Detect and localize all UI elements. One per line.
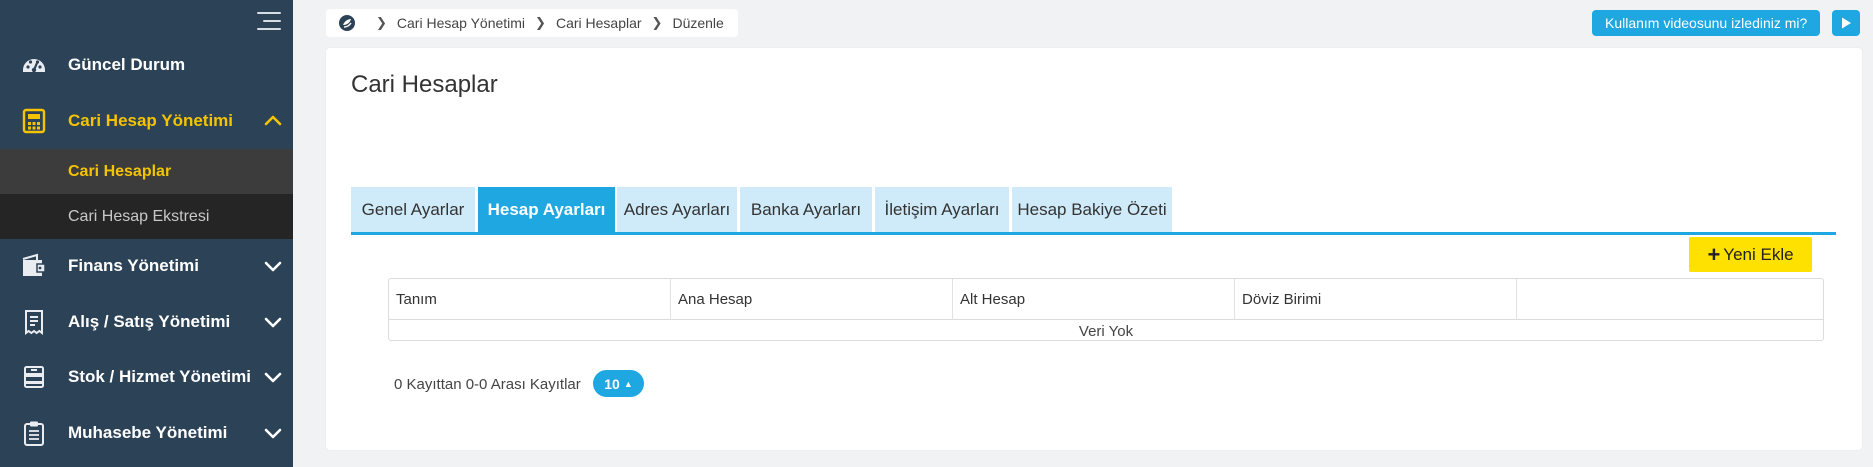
sidebar-item-label: Alış / Satış Yönetimi <box>68 312 231 331</box>
breadcrumb-separator-icon: ❯ <box>651 15 663 30</box>
breadcrumb-separator-icon: ❯ <box>376 15 387 30</box>
finance-wallet-icon <box>20 252 48 280</box>
tab-adres-ayarlari[interactable]: Adres Ayarları <box>617 187 737 232</box>
breadcrumb-link-cari-hesaplar[interactable]: Cari Hesaplar <box>556 15 642 31</box>
calculator-icon <box>20 107 48 135</box>
add-new-label: Yeni Ekle <box>1723 244 1794 264</box>
page-title: Cari Hesaplar <box>351 71 498 98</box>
sidebar-item-label: Cari Hesap Yönetimi <box>68 111 234 130</box>
empty-table-message: Veri Yok <box>1078 322 1134 340</box>
sidebar-item-finans-yonetimi[interactable]: Finans Yönetimi <box>0 238 293 294</box>
receipt-icon <box>20 308 48 336</box>
caret-up-icon: ▲ <box>623 378 633 389</box>
table-header: Tanım Ana Hesap Alt Hesap Döviz Birimi <box>389 279 1823 320</box>
breadcrumb: ❯ Cari Hesap Yönetimi ❯ Cari Hesaplar ❯ … <box>326 9 738 37</box>
page-size-dropdown[interactable]: 10 ▲ <box>593 370 644 397</box>
sidebar-subitem-cari-hesap-ekstresi[interactable]: Cari Hesap Ekstresi <box>0 194 293 239</box>
chevron-down-icon <box>264 428 282 439</box>
tab-underline <box>351 232 1836 235</box>
tab-bar: Genel Ayarlar Hesap Ayarları Adres Ayarl… <box>351 139 1836 235</box>
column-header-alt-hesap[interactable]: Alt Hesap <box>953 279 1235 320</box>
sidebar-item-stok-hizmet-yonetimi[interactable]: Stok / Hizmet Yönetimi <box>0 349 293 405</box>
column-header-actions <box>1517 279 1823 320</box>
sidebar-subitem-label: Cari Hesap Ekstresi <box>68 207 210 225</box>
sidebar-item-cari-hesap-yonetimi[interactable]: Cari Hesap Yönetimi <box>0 93 293 149</box>
column-header-ana-hesap[interactable]: Ana Hesap <box>671 279 953 320</box>
stock-box-icon <box>20 363 48 391</box>
main-card: Cari Hesaplar Genel Ayarlar Hesap Ayarla… <box>326 48 1862 450</box>
home-logo-icon[interactable] <box>338 14 356 32</box>
sidebar-item-label: Stok / Hizmet Yönetimi <box>68 367 251 386</box>
breadcrumb-link-cari-hesap-yonetimi[interactable]: Cari Hesap Yönetimi <box>397 15 525 31</box>
data-table: Tanım Ana Hesap Alt Hesap Döviz Birimi V… <box>388 278 1824 341</box>
chevron-down-icon <box>264 372 282 383</box>
sidebar-item-muhasebe-yonetimi[interactable]: Muhasebe Yönetimi <box>0 405 293 461</box>
sidebar-item-label: Güncel Durum <box>68 55 186 74</box>
sidebar-subitem-cari-hesaplar[interactable]: Cari Hesaplar <box>0 149 293 194</box>
page-size-value: 10 <box>604 375 620 392</box>
breadcrumb-current: Düzenle <box>672 15 724 31</box>
tab-hesap-ayarlari[interactable]: Hesap Ayarları <box>478 187 615 232</box>
chevron-down-icon <box>264 261 282 272</box>
tab-genel-ayarlar[interactable]: Genel Ayarlar <box>351 187 475 232</box>
tab-hesap-bakiye-ozeti[interactable]: Hesap Bakiye Özeti <box>1012 187 1172 232</box>
sidebar-item-label: Finans Yönetimi <box>68 256 199 275</box>
sidebar-item-label: Muhasebe Yönetimi <box>68 423 228 442</box>
column-header-tanim[interactable]: Tanım <box>389 279 671 320</box>
column-header-doviz-birimi[interactable]: Döviz Birimi <box>1235 279 1517 320</box>
chevron-up-icon <box>264 115 282 126</box>
play-video-button[interactable] <box>1832 10 1860 36</box>
usage-video-button[interactable]: Kullanım videosunu izlediniz mi? <box>1592 10 1821 36</box>
chevron-down-icon <box>264 317 282 328</box>
record-count-text: 0 Kayıttan 0-0 Arası Kayıtlar <box>394 376 581 393</box>
breadcrumb-separator-icon: ❯ <box>535 15 546 30</box>
play-icon <box>1842 17 1851 29</box>
sidebar-item-alis-satis-yonetimi[interactable]: Alış / Satış Yönetimi <box>0 294 293 350</box>
sidebar-subitem-label: Cari Hesaplar <box>68 162 172 180</box>
add-new-button[interactable]: + Yeni Ekle <box>1689 237 1812 272</box>
sidebar: Güncel Durum Cari Hesap Yönetimi Cari He… <box>0 0 293 467</box>
tab-banka-ayarlari[interactable]: Banka Ayarları <box>740 187 872 232</box>
clipboard-icon <box>20 419 48 447</box>
plus-icon: + <box>1707 241 1721 267</box>
dashboard-gauge-icon <box>20 51 48 79</box>
tab-iletisim-ayarlari[interactable]: İletişim Ayarları <box>875 187 1009 232</box>
sidebar-item-guncel-durum[interactable]: Güncel Durum <box>0 37 293 93</box>
menu-toggle-icon[interactable] <box>257 11 281 31</box>
